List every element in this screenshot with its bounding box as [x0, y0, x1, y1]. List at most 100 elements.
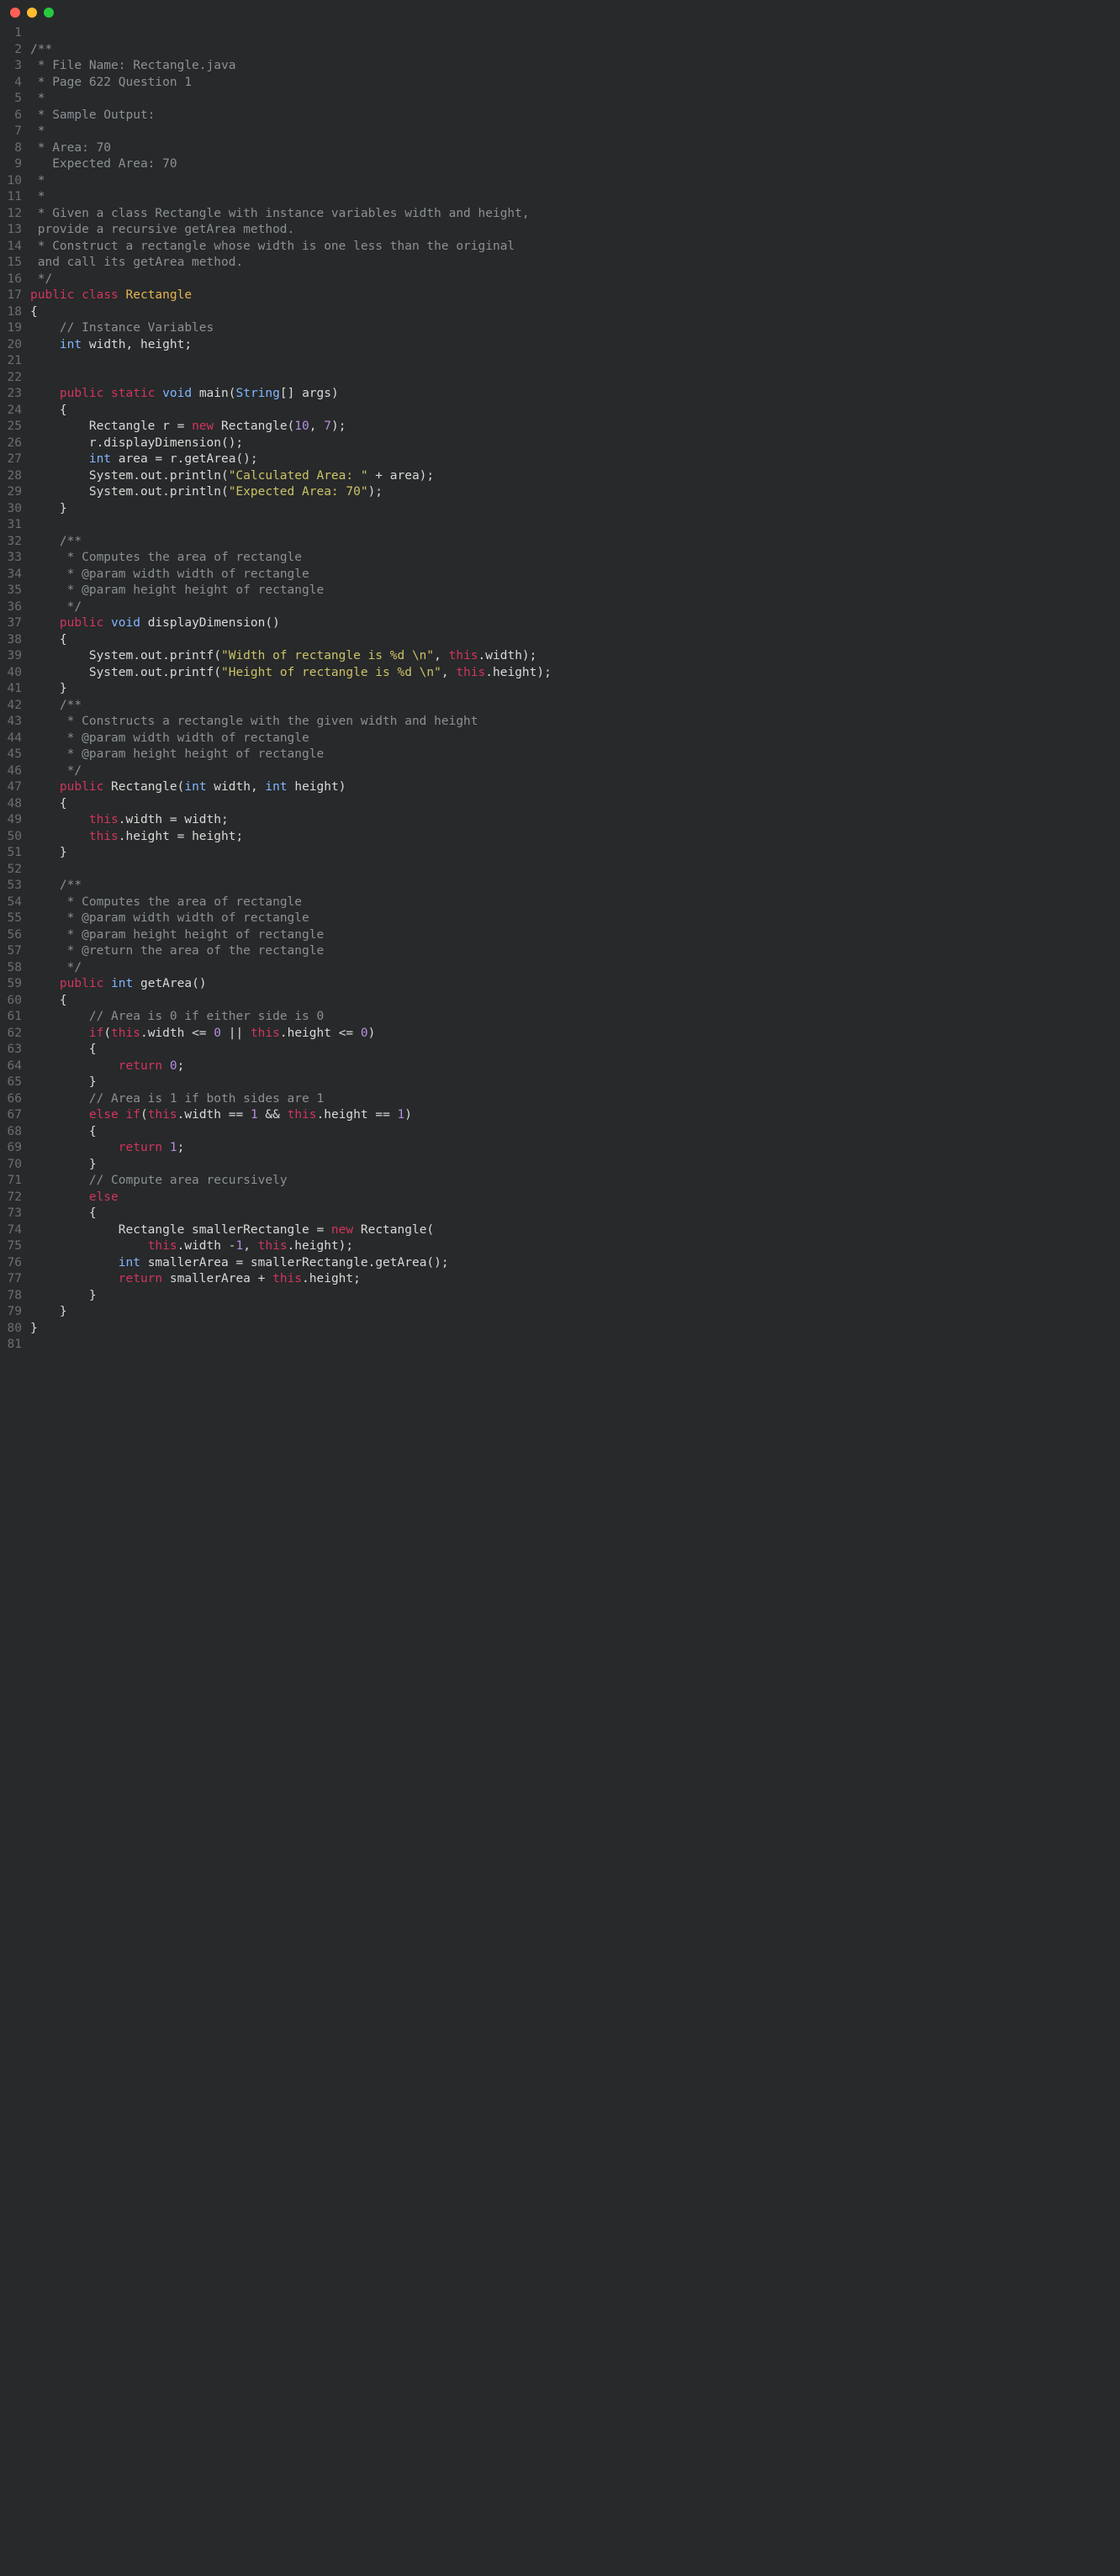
code-line[interactable]: * @param width width of rectangle: [30, 731, 552, 747]
code-line[interactable]: }: [30, 1288, 552, 1305]
code-line[interactable]: * Given a class Rectangle with instance …: [30, 206, 552, 223]
line-number: 27: [5, 451, 22, 468]
code-line[interactable]: // Area is 0 if either side is 0: [30, 1009, 552, 1026]
code-content[interactable]: /** * File Name: Rectangle.java * Page 6…: [30, 25, 560, 1354]
code-line[interactable]: {: [30, 1042, 552, 1058]
code-line[interactable]: * Sample Output:: [30, 108, 552, 124]
code-line[interactable]: * Area: 70: [30, 140, 552, 157]
code-line[interactable]: System.out.println("Calculated Area: " +…: [30, 468, 552, 485]
code-line[interactable]: System.out.println("Expected Area: 70");: [30, 484, 552, 501]
code-line[interactable]: }: [30, 1074, 552, 1091]
code-line[interactable]: {: [30, 403, 552, 420]
maximize-icon[interactable]: [44, 8, 54, 18]
code-line[interactable]: this.width = width;: [30, 812, 552, 829]
code-line[interactable]: // Instance Variables: [30, 320, 552, 337]
code-line[interactable]: [30, 862, 552, 879]
code-line[interactable]: * File Name: Rectangle.java: [30, 58, 552, 75]
code-line[interactable]: }: [30, 1157, 552, 1174]
code-line[interactable]: /**: [30, 878, 552, 895]
code-line[interactable]: return 1;: [30, 1140, 552, 1157]
token-comment: */: [60, 764, 82, 778]
token-default: [30, 1272, 119, 1285]
code-line[interactable]: // Area is 1 if both sides are 1: [30, 1091, 552, 1108]
code-line[interactable]: [30, 370, 552, 387]
code-line[interactable]: public class Rectangle: [30, 288, 552, 304]
code-line[interactable]: r.displayDimension();: [30, 435, 552, 452]
code-line[interactable]: /**: [30, 698, 552, 715]
code-line[interactable]: */: [30, 763, 552, 780]
code-line[interactable]: * @param width width of rectangle: [30, 567, 552, 583]
code-line[interactable]: * Computes the area of rectangle: [30, 895, 552, 911]
code-line[interactable]: * Constructs a rectangle with the given …: [30, 714, 552, 731]
code-line[interactable]: Expected Area: 70: [30, 156, 552, 173]
code-line[interactable]: {: [30, 1206, 552, 1222]
code-line[interactable]: */: [30, 599, 552, 616]
code-line[interactable]: [30, 517, 552, 534]
token-comment: provide a recursive getArea method.: [30, 223, 294, 236]
line-number: 4: [5, 75, 22, 92]
token-default: ,: [243, 1239, 257, 1253]
code-line[interactable]: this.height = height;: [30, 829, 552, 846]
code-line[interactable]: {: [30, 993, 552, 1010]
code-line[interactable]: * Page 622 Question 1: [30, 75, 552, 92]
code-line[interactable]: [30, 353, 552, 370]
code-line[interactable]: {: [30, 796, 552, 813]
code-line[interactable]: public int getArea(): [30, 976, 552, 993]
code-line[interactable]: */: [30, 960, 552, 977]
close-icon[interactable]: [10, 8, 20, 18]
code-line[interactable]: int width, height;: [30, 337, 552, 354]
code-line[interactable]: /**: [30, 42, 552, 59]
code-line[interactable]: and call its getArea method.: [30, 255, 552, 272]
code-line[interactable]: return smallerArea + this.height;: [30, 1271, 552, 1288]
code-line[interactable]: *: [30, 189, 552, 206]
code-line[interactable]: }: [30, 501, 552, 518]
code-line[interactable]: * @param width width of rectangle: [30, 911, 552, 927]
code-line[interactable]: [30, 1337, 552, 1354]
code-line[interactable]: if(this.width <= 0 || this.height <= 0): [30, 1026, 552, 1043]
code-line[interactable]: * @param height height of rectangle: [30, 583, 552, 599]
code-line[interactable]: }: [30, 1304, 552, 1321]
token-default: (): [265, 616, 279, 630]
code-line[interactable]: // Compute area recursively: [30, 1173, 552, 1190]
code-line[interactable]: public static void main(String[] args): [30, 386, 552, 403]
code-line[interactable]: public Rectangle(int width, int height): [30, 779, 552, 796]
token-default: .width -: [177, 1239, 236, 1253]
code-line[interactable]: * @return the area of the rectangle: [30, 943, 552, 960]
code-line[interactable]: {: [30, 632, 552, 649]
code-line[interactable]: {: [30, 304, 552, 321]
code-line[interactable]: Rectangle smallerRectangle = new Rectang…: [30, 1222, 552, 1239]
minimize-icon[interactable]: [27, 8, 37, 18]
code-line[interactable]: */: [30, 272, 552, 288]
code-line[interactable]: }: [30, 681, 552, 698]
code-line[interactable]: }: [30, 845, 552, 862]
code-line[interactable]: Rectangle r = new Rectangle(10, 7);: [30, 419, 552, 435]
code-line[interactable]: return 0;: [30, 1058, 552, 1075]
token-default: [30, 551, 60, 564]
code-line[interactable]: * @param height height of rectangle: [30, 927, 552, 944]
code-line[interactable]: else if(this.width == 1 && this.height =…: [30, 1107, 552, 1124]
code-line[interactable]: else: [30, 1190, 552, 1206]
token-default: }: [30, 682, 67, 695]
code-line[interactable]: *: [30, 91, 552, 108]
token-default: [119, 1108, 126, 1122]
line-number: 36: [5, 599, 22, 616]
code-line[interactable]: *: [30, 124, 552, 140]
code-line[interactable]: [30, 25, 552, 42]
code-line[interactable]: int smallerArea = smallerRectangle.getAr…: [30, 1255, 552, 1272]
code-line[interactable]: int area = r.getArea();: [30, 451, 552, 468]
code-line[interactable]: this.width -1, this.height);: [30, 1238, 552, 1255]
token-keyword: public: [60, 387, 103, 400]
code-line[interactable]: *: [30, 173, 552, 190]
code-line[interactable]: System.out.printf("Height of rectangle i…: [30, 665, 552, 682]
code-line[interactable]: * @param height height of rectangle: [30, 747, 552, 763]
token-default: {: [30, 404, 67, 417]
code-line[interactable]: * Construct a rectangle whose width is o…: [30, 239, 552, 256]
code-line[interactable]: {: [30, 1124, 552, 1141]
code-line[interactable]: /**: [30, 534, 552, 551]
code-line[interactable]: provide a recursive getArea method.: [30, 222, 552, 239]
code-line[interactable]: System.out.printf("Width of rectangle is…: [30, 648, 552, 665]
code-line[interactable]: }: [30, 1321, 552, 1338]
code-line[interactable]: public void displayDimension(): [30, 615, 552, 632]
code-line[interactable]: * Computes the area of rectangle: [30, 550, 552, 567]
line-number: 55: [5, 911, 22, 927]
